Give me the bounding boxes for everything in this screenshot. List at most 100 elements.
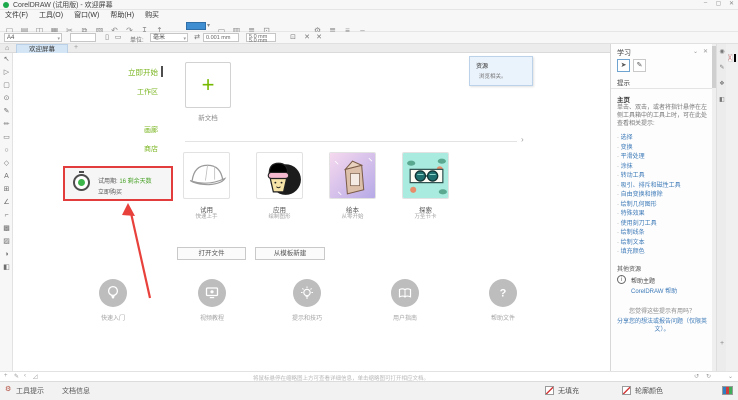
hints-topic-link[interactable]: 绘制几何图形 <box>617 199 709 209</box>
menu-item[interactable]: 文件(F) <box>5 10 28 20</box>
status-bar: ⚙ 工具提示 文档信息 无填充 轮廓颜色 <box>0 381 738 400</box>
shadow-tool[interactable]: ▩ <box>0 222 13 235</box>
pen-icon[interactable]: ✎ <box>14 373 19 380</box>
nudge-input[interactable]: 0.001 mm <box>203 33 239 42</box>
eyedropper-tool[interactable]: ◑ <box>0 248 13 261</box>
coreldraw-help-link[interactable]: CorelDRAW 帮助 <box>631 286 677 295</box>
transparency-tool[interactable]: ▨ <box>0 235 13 248</box>
document-palette-icon[interactable] <box>722 386 733 395</box>
maximize-button[interactable]: ▢ <box>714 0 723 7</box>
chevron-down-icon[interactable]: ⌄ <box>693 48 698 55</box>
fill-color-icon[interactable] <box>545 386 554 395</box>
polygon-tool[interactable]: ◇ <box>0 157 13 170</box>
freehand-tool[interactable]: ✎ <box>0 105 13 118</box>
close-icon[interactable]: ✕ <box>703 48 708 55</box>
hints-topic-link[interactable]: 变换 <box>617 142 709 152</box>
hints-topic-link[interactable]: 自由变换和擦除 <box>617 189 709 199</box>
units-label: 单位: <box>130 35 144 44</box>
home-icon[interactable]: ⌂ <box>5 45 9 52</box>
shortcut-tips-tricks[interactable]: 提示和技巧 <box>277 279 337 322</box>
new-tab-button[interactable]: + <box>74 44 78 51</box>
template-card-cupcake[interactable] <box>256 152 303 199</box>
treat-as-filled-button[interactable]: ⊡ <box>288 33 298 43</box>
nav-gallery[interactable]: 画廊 <box>53 125 158 135</box>
menu-item[interactable]: 窗口(W) <box>74 10 99 20</box>
interactive-fill-tool[interactable]: ◧ <box>0 261 13 274</box>
new-document-card[interactable]: + <box>185 62 231 108</box>
dimension-tool[interactable]: ∠ <box>0 196 13 209</box>
tab-welcome-screen[interactable]: 欢迎屏幕 <box>16 44 68 53</box>
connector-tool[interactable]: ⌐ <box>0 209 13 222</box>
ellipse-tool[interactable]: ○ <box>0 144 13 157</box>
buy-now-link[interactable]: 立即购买 <box>98 187 122 196</box>
page-size-select[interactable]: A4 ▾ <box>4 33 62 42</box>
template-card-glasses[interactable] <box>402 152 449 199</box>
shortcut-video-tutorials[interactable]: 视频教程 <box>182 279 242 322</box>
prev-page-icon[interactable]: ‹ <box>24 373 26 379</box>
nav-get-started[interactable]: 立即开始 <box>53 67 158 78</box>
new-from-template-button[interactable]: 从模板新建 <box>255 247 325 260</box>
menu-bar: 文件(F) 工具(O) 窗口(W) 帮助(H) 购买 <box>0 10 738 20</box>
book-icon <box>397 285 413 301</box>
chevron-right-icon[interactable]: › <box>521 135 524 144</box>
text-tool[interactable]: A <box>0 170 13 183</box>
portrait-button[interactable]: ▯ <box>102 33 112 43</box>
chevron-down-icon[interactable]: ▾ <box>207 22 210 29</box>
close-button[interactable]: ✕ <box>727 0 736 7</box>
units-select[interactable]: 毫米 ▾ <box>150 33 188 42</box>
shortcut-user-guide[interactable]: 用户指南 <box>375 279 435 322</box>
clear-rotation-button[interactable]: ✕ <box>314 33 324 43</box>
landscape-button[interactable]: ▭ <box>113 33 123 43</box>
page-width-input[interactable] <box>70 33 96 42</box>
property-bar: A4 ▾ ▯ ▭ 单位: 毫米 ▾ ⇄ 0.001 mm 5.0 mm 5.0 … <box>0 32 738 44</box>
outline-color-icon[interactable] <box>622 386 631 395</box>
table-tool[interactable]: ⊞ <box>0 183 13 196</box>
hints-topic-link[interactable]: 使用刻刀工具 <box>617 218 709 228</box>
color-swatch[interactable]: ╳ <box>728 54 733 62</box>
hints-topic-link[interactable]: 选择 <box>617 132 709 142</box>
zoom-tool[interactable]: ⊙ <box>0 92 13 105</box>
annotation-arrow <box>13 53 610 371</box>
undo-nav-icon[interactable]: ↺ <box>694 373 699 380</box>
add-page-icon[interactable]: + <box>4 373 8 379</box>
menu-item[interactable]: 帮助(H) <box>110 10 134 20</box>
hints-topic-link[interactable]: 转动工具 <box>617 170 709 180</box>
gear-icon[interactable]: ⚙ <box>5 385 11 393</box>
redo-nav-icon[interactable]: ↻ <box>706 373 711 380</box>
minimize-button[interactable]: – <box>701 0 710 7</box>
hints-topic-link[interactable]: 吸引、排斥和磁性工具 <box>617 180 709 190</box>
pick-tool[interactable]: ↖ <box>0 53 13 66</box>
clear-transform-button[interactable]: ✕ <box>302 33 312 43</box>
template-card-cap[interactable] <box>183 152 230 199</box>
hints-topic-link[interactable]: 绘制文本 <box>617 237 709 247</box>
shortcut-quick-start[interactable]: 快速入门 <box>83 279 143 322</box>
hints-topic-link[interactable]: 特殊效果 <box>617 208 709 218</box>
stopwatch-icon <box>73 174 90 191</box>
hint-pointer-button[interactable]: ➤ <box>617 59 630 72</box>
nav-workspace[interactable]: 工作区 <box>53 87 158 97</box>
shape-tool[interactable]: ▷ <box>0 66 13 79</box>
template-card-carton[interactable] <box>329 152 376 199</box>
menu-item[interactable]: 工具(O) <box>39 10 63 20</box>
trial-status-box[interactable]: 试用期: 16 剩余天数 立即购买 <box>63 166 173 201</box>
hints-topic-link[interactable]: 涂抹 <box>617 161 709 171</box>
nav-store[interactable]: 商店 <box>53 144 158 154</box>
feedback-link[interactable]: 分享您的想法或报告问题（仅限英文）。 <box>617 318 707 334</box>
hints-topic-link[interactable]: 绘制线条 <box>617 227 709 237</box>
hints-footer-section: 其他资源 <box>617 264 641 273</box>
scroll-down-icon[interactable]: ⌄ <box>728 373 733 380</box>
open-file-button[interactable]: 打开文件 <box>177 247 246 260</box>
menu-item[interactable]: 购买 <box>145 10 159 20</box>
hint-pen-button[interactable]: ✎ <box>633 59 646 72</box>
plus-icon: + <box>202 74 215 96</box>
zoom-level-combo[interactable] <box>186 22 206 30</box>
title-bar[interactable]: CorelDRAW (试用版) - 欢迎屏幕 – ▢ ✕ <box>0 0 738 10</box>
shortcut-help-files[interactable]: ? 帮助文件 <box>473 279 533 322</box>
rectangle-tool[interactable]: ▭ <box>0 131 13 144</box>
duplicate-distance-input[interactable]: 5.0 mm 5.0 mm <box>246 33 276 42</box>
hints-topic-link[interactable]: 平滑处理 <box>617 151 709 161</box>
artistic-media-tool[interactable]: ✏ <box>0 118 13 131</box>
color-swatch[interactable] <box>734 54 736 62</box>
crop-tool[interactable]: ▢ <box>0 79 13 92</box>
hints-topic-link[interactable]: 填充颜色 <box>617 246 709 256</box>
